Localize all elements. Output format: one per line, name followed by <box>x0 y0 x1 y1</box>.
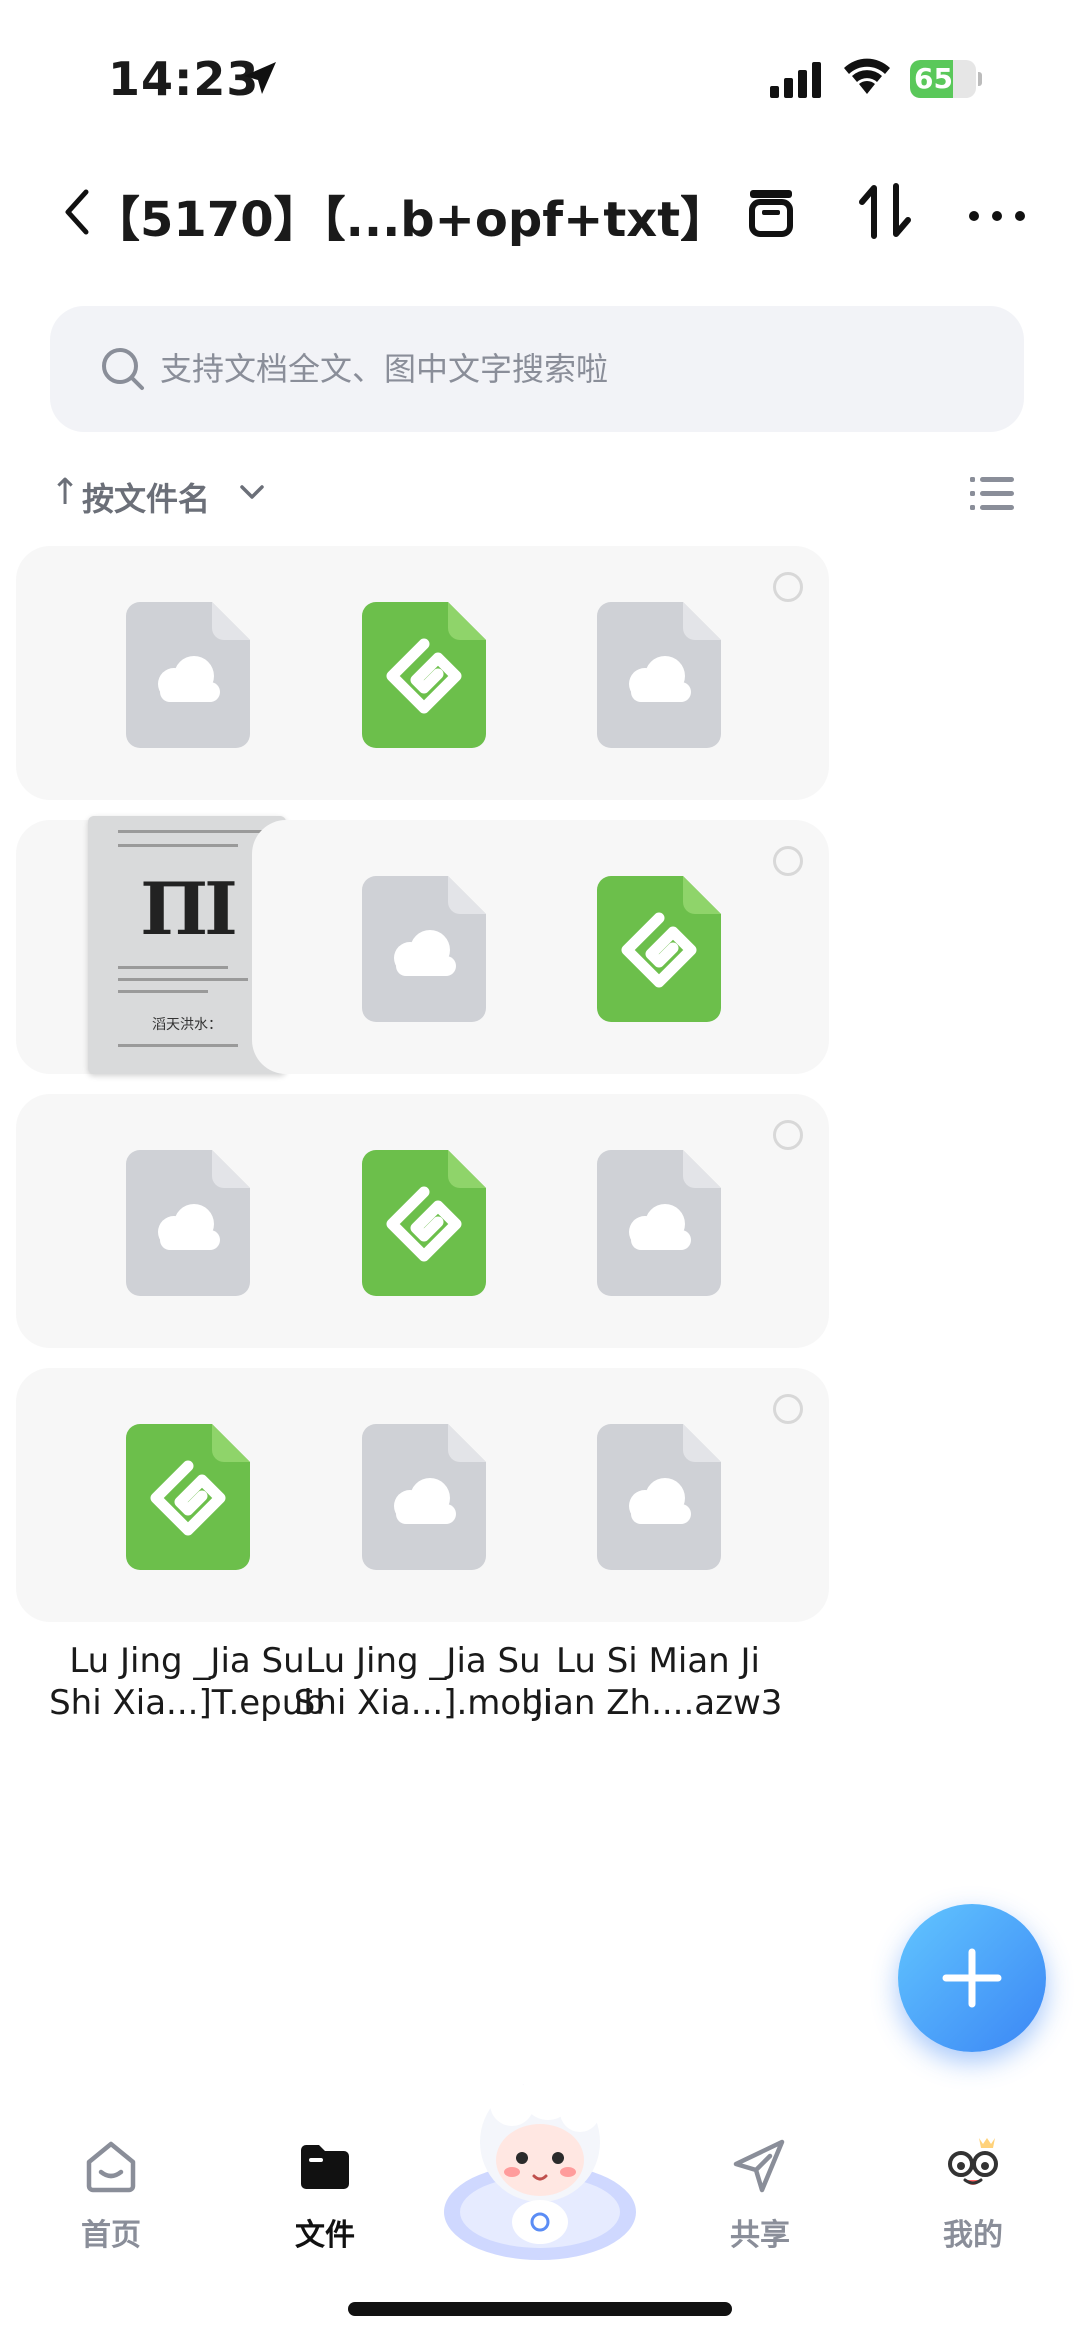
add-button[interactable] <box>898 1904 1046 2052</box>
select-checkbox[interactable] <box>773 1120 803 1150</box>
file-thumbnail-card[interactable] <box>487 1368 829 1622</box>
cloud-file-icon <box>362 876 486 1022</box>
tab-home[interactable]: 首页 <box>36 2126 186 2276</box>
book-cover-text-line <box>118 966 228 969</box>
search-input[interactable] <box>160 334 980 404</box>
sort-icon[interactable] <box>850 176 920 246</box>
epub-file-icon <box>597 876 721 1022</box>
battery-percent: 65 <box>914 62 953 95</box>
profile-face-icon <box>948 2138 998 2185</box>
folder-title: 【5170】【...b+opf+txt】 <box>92 192 729 248</box>
tab-share-label: 共享 <box>730 2218 790 2253</box>
file-item[interactable]: Lu Si Mian Ji Jian Zh....azw3 <box>487 1368 829 1768</box>
book-cover-text-line <box>118 990 208 993</box>
battery-cap <box>978 72 982 86</box>
battery-indicator: 65 <box>910 60 982 98</box>
location-arrow-icon <box>244 62 276 94</box>
tab-assistant[interactable] <box>444 2068 636 2276</box>
epub-file-icon <box>126 1424 250 1570</box>
mascot-icon <box>444 2068 636 2260</box>
plus-icon <box>942 1948 1002 2008</box>
sort-by-filename-button[interactable]: 按文件名 <box>82 474 210 520</box>
send-icon <box>733 2139 785 2193</box>
file-thumbnail-card[interactable] <box>487 820 829 1074</box>
home-indicator <box>348 2302 732 2316</box>
more-icon[interactable] <box>962 176 1032 246</box>
archive-box-icon[interactable] <box>736 176 806 246</box>
status-bar: 14:23 65 <box>0 0 1080 150</box>
cloud-file-icon <box>597 1150 721 1296</box>
cloud-file-icon <box>126 602 250 748</box>
chevron-down-icon[interactable] <box>236 476 268 508</box>
file-thumbnail-card[interactable] <box>487 546 829 800</box>
list-view-icon[interactable] <box>970 474 1014 514</box>
book-cover-text-line <box>118 978 248 981</box>
tab-files[interactable]: 文件 <box>250 2126 400 2276</box>
tab-profile[interactable]: 我的 <box>898 2126 1048 2276</box>
nav-bar: 【5170】【...b+opf+txt】 <box>0 160 1080 290</box>
file-thumbnail-card[interactable] <box>487 1094 829 1348</box>
tab-home-label: 首页 <box>81 2218 141 2253</box>
tab-share[interactable]: 共享 <box>685 2126 835 2276</box>
tab-files-label: 文件 <box>295 2218 355 2253</box>
cellular-signal-icon <box>770 62 821 98</box>
book-cover-text-line <box>118 1044 238 1047</box>
cloud-file-icon <box>362 1424 486 1570</box>
sort-direction-icon[interactable]: ↑ <box>50 472 80 513</box>
sort-row: ↑ 按文件名 <box>50 466 1030 522</box>
folder-icon <box>301 2145 349 2189</box>
battery-body: 65 <box>910 60 976 98</box>
cloud-file-icon <box>597 1424 721 1570</box>
tab-profile-label: 我的 <box>943 2218 1003 2253</box>
file-name: Lu Si Mian Ji Jian Zh....azw3 <box>533 1641 783 1723</box>
book-cover-text-line <box>118 844 238 847</box>
select-checkbox[interactable] <box>773 572 803 602</box>
search-icon <box>102 348 144 390</box>
select-checkbox[interactable] <box>773 846 803 876</box>
wifi-icon <box>844 58 890 94</box>
cloud-file-icon <box>126 1150 250 1296</box>
search-box[interactable] <box>50 306 1024 432</box>
status-time: 14:23 <box>108 52 260 106</box>
epub-file-icon <box>362 1150 486 1296</box>
epub-file-icon <box>362 602 486 748</box>
home-icon <box>86 2141 136 2193</box>
cloud-file-icon <box>597 602 721 748</box>
select-checkbox[interactable] <box>773 1394 803 1424</box>
